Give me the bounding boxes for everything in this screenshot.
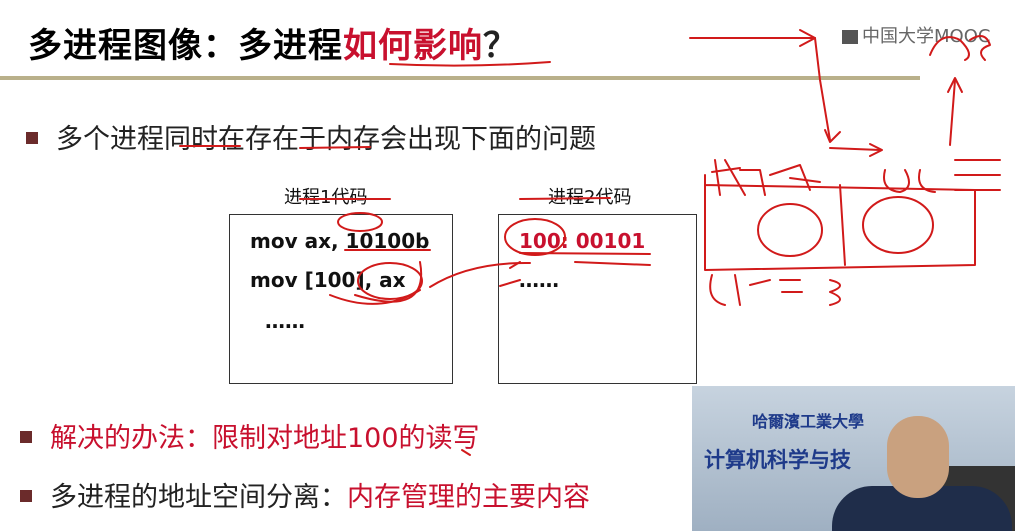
arrow-line-to-process2 (429, 261, 531, 288)
circle-100 (504, 218, 566, 256)
ds-scribble (929, 36, 970, 61)
title-underline (389, 61, 551, 67)
lecturer-head (887, 416, 949, 498)
underline-zaiyu (299, 146, 371, 149)
underline-caption2 (519, 197, 611, 200)
underline-00101 (519, 252, 651, 255)
video-dept-text: 计算机科学与技 (704, 448, 851, 472)
lecturer-video: 哈爾濱工業大學 计算机科学与技 (692, 386, 1015, 531)
memory-circle-left (757, 203, 823, 257)
neicun-scribble (711, 159, 766, 196)
dpl3b-scribble (709, 274, 841, 306)
circle-top (337, 212, 383, 232)
dpl3-scribble (883, 159, 1001, 193)
memory-circle-right (862, 196, 934, 254)
video-university-text: 哈爾濱工業大學 (752, 412, 865, 431)
